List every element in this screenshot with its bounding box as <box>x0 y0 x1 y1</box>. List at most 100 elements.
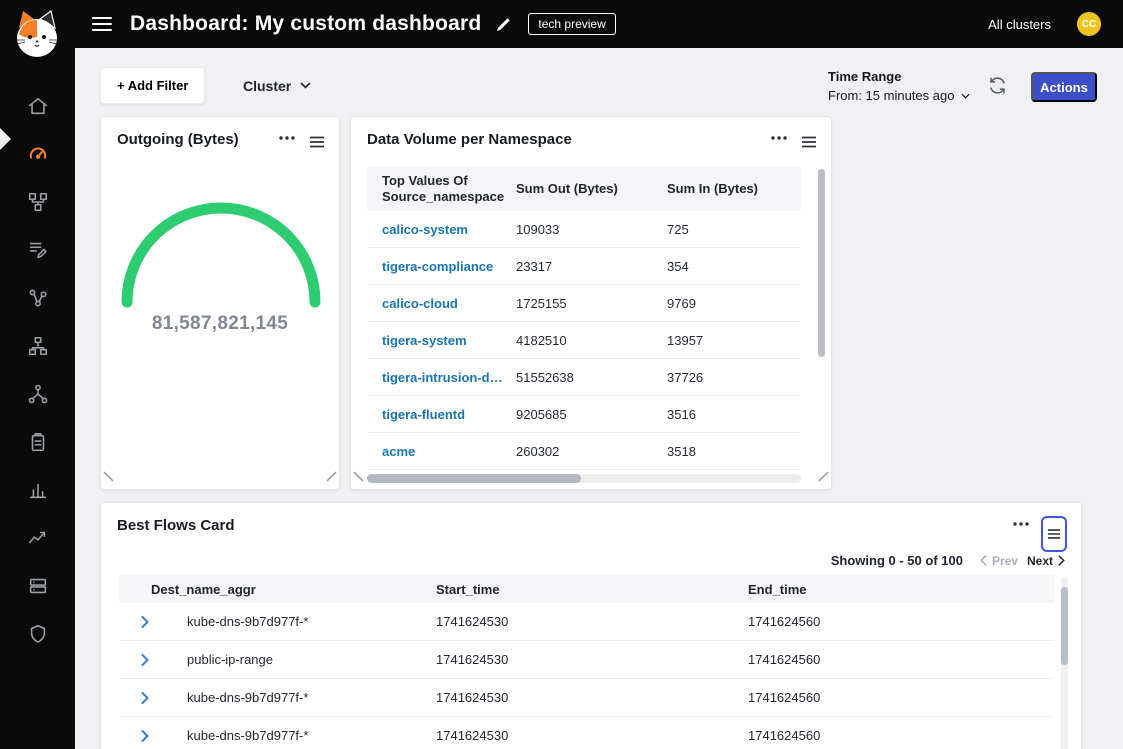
bar-chart-icon[interactable] <box>0 466 75 514</box>
policies-icon[interactable] <box>0 226 75 274</box>
home-icon[interactable] <box>0 82 75 130</box>
horizontal-scrollbar[interactable] <box>367 474 581 483</box>
service-graph-icon[interactable] <box>0 274 75 322</box>
gauge-chart <box>116 195 326 318</box>
dest-name: public-ip-range <box>187 652 436 667</box>
tech-preview-badge: tech preview <box>528 13 615 35</box>
table-row: acme 260302 3518 <box>367 433 801 470</box>
namespace-link[interactable]: tigera-fluentd <box>367 407 516 422</box>
avatar[interactable]: CC <box>1077 12 1101 36</box>
next-button[interactable]: Next <box>1027 554 1065 568</box>
vertical-scrollbar[interactable] <box>818 169 825 357</box>
table-row: tigera-system 4182510 13957 <box>367 322 801 359</box>
drag-handle-icon[interactable] <box>801 136 817 148</box>
refresh-icon[interactable] <box>987 75 1008 101</box>
page-title: Dashboard: My custom dashboard <box>130 12 481 36</box>
calico-cat-logo[interactable] <box>11 7 63 68</box>
cluster-tree-icon[interactable] <box>0 370 75 418</box>
menu-icon[interactable] <box>92 17 112 31</box>
sum-in-value: 3516 <box>667 407 801 422</box>
flows-table: Dest_name_aggr Start_time End_time kube-… <box>119 575 1054 749</box>
sidebar <box>0 0 75 749</box>
sum-out-value: 109033 <box>516 222 667 237</box>
top-bar: Dashboard: My custom dashboard tech prev… <box>0 0 1123 48</box>
expand-chevron-icon[interactable] <box>119 730 187 742</box>
resize-handle-icon[interactable] <box>326 469 337 487</box>
namespace-table: Top Values Of Source_namespace Sum Out (… <box>367 167 801 470</box>
next-label: Next <box>1027 554 1053 568</box>
time-range-value: From: 15 minutes ago <box>828 88 954 103</box>
sum-out-value: 23317 <box>516 259 667 274</box>
namespace-link[interactable]: tigera-intrusion-d… <box>367 370 516 385</box>
table-header: Dest_name_aggr Start_time End_time <box>119 575 1054 603</box>
prev-button[interactable]: Prev <box>980 554 1018 568</box>
sidebar-nav <box>0 82 75 658</box>
cluster-filter-dropdown[interactable]: Cluster <box>231 67 323 104</box>
resize-handle-icon[interactable] <box>103 469 114 487</box>
end-time: 1741624560 <box>748 728 1054 743</box>
table-row: tigera-fluentd 9205685 3516 <box>367 396 801 433</box>
namespace-link[interactable]: acme <box>367 444 516 459</box>
end-time: 1741624560 <box>748 652 1054 667</box>
horizontal-scrollbar-track <box>367 474 801 483</box>
best-flows-card: Best Flows Card Showing 0 - 50 of 100 Pr… <box>100 502 1082 749</box>
namespace-link[interactable]: calico-cloud <box>367 296 516 311</box>
time-range-dropdown[interactable]: From: 15 minutes ago <box>828 88 970 103</box>
namespace-link[interactable]: tigera-system <box>367 333 516 348</box>
time-range-label: Time Range <box>828 69 970 84</box>
sum-in-value: 13957 <box>667 333 801 348</box>
drag-handle-icon[interactable] <box>309 136 325 148</box>
more-menu-icon[interactable] <box>279 136 295 140</box>
dest-name: kube-dns-9b7d977f-* <box>187 728 436 743</box>
trend-chart-icon[interactable] <box>0 514 75 562</box>
resize-handle-icon[interactable] <box>353 469 364 487</box>
cluster-selector[interactable]: All clusters <box>988 17 1051 32</box>
main-content: + Add Filter Cluster Time Range From: 15… <box>75 48 1123 749</box>
namespace-link[interactable]: calico-system <box>367 222 516 237</box>
expand-chevron-icon[interactable] <box>119 616 187 628</box>
topology-icon[interactable] <box>0 178 75 226</box>
workloads-icon[interactable] <box>0 322 75 370</box>
end-time: 1741624560 <box>748 614 1054 629</box>
resize-handle-icon[interactable] <box>818 469 829 487</box>
sum-out-value: 4182510 <box>516 333 667 348</box>
time-range-block: Time Range From: 15 minutes ago <box>828 69 970 103</box>
chevron-right-icon <box>1058 555 1065 566</box>
sum-out-value: 1725155 <box>516 296 667 311</box>
table-row: kube-dns-9b7d977f-* 1741624530 174162456… <box>119 679 1054 717</box>
outgoing-bytes-card: Outgoing (Bytes) 81,587,821,145 <box>100 116 340 490</box>
vertical-scrollbar[interactable] <box>1061 587 1068 665</box>
card-title: Outgoing (Bytes) <box>117 131 265 148</box>
table-row: calico-system 109033 725 <box>367 211 801 248</box>
more-menu-icon[interactable] <box>1013 522 1029 526</box>
expand-chevron-icon[interactable] <box>119 692 187 704</box>
sum-out-value: 51552638 <box>516 370 667 385</box>
actions-button[interactable]: Actions <box>1031 72 1097 102</box>
chevron-down-icon <box>300 82 311 89</box>
card-title: Best Flows Card <box>117 517 999 534</box>
namespace-link[interactable]: tigera-compliance <box>367 259 516 274</box>
start-time: 1741624530 <box>436 614 748 629</box>
expand-chevron-icon[interactable] <box>119 654 187 666</box>
table-header: Top Values Of Source_namespace Sum Out (… <box>367 167 801 211</box>
sum-in-value: 3518 <box>667 444 801 459</box>
dashboard-gauge-icon[interactable] <box>0 130 75 178</box>
card-title: Data Volume per Namespace <box>367 131 757 148</box>
more-menu-icon[interactable] <box>771 136 787 140</box>
drag-handle-icon[interactable] <box>1041 516 1067 552</box>
sum-out-value: 9205685 <box>516 407 667 422</box>
cluster-filter-label: Cluster <box>243 78 291 94</box>
table-row: public-ip-range 1741624530 1741624560 <box>119 641 1054 679</box>
chevron-down-icon <box>961 93 970 99</box>
column-header: Dest_name_aggr <box>119 582 436 597</box>
end-time: 1741624560 <box>748 690 1054 705</box>
table-row: kube-dns-9b7d977f-* 1741624530 174162456… <box>119 603 1054 641</box>
table-row: calico-cloud 1725155 9769 <box>367 285 801 322</box>
edit-pencil-icon[interactable] <box>495 16 512 33</box>
security-shield-icon[interactable] <box>0 610 75 658</box>
add-filter-button[interactable]: + Add Filter <box>100 67 205 104</box>
column-header: Sum In (Bytes) <box>667 181 801 197</box>
compliance-clipboard-icon[interactable] <box>0 418 75 466</box>
storage-icon[interactable] <box>0 562 75 610</box>
sum-in-value: 9769 <box>667 296 801 311</box>
